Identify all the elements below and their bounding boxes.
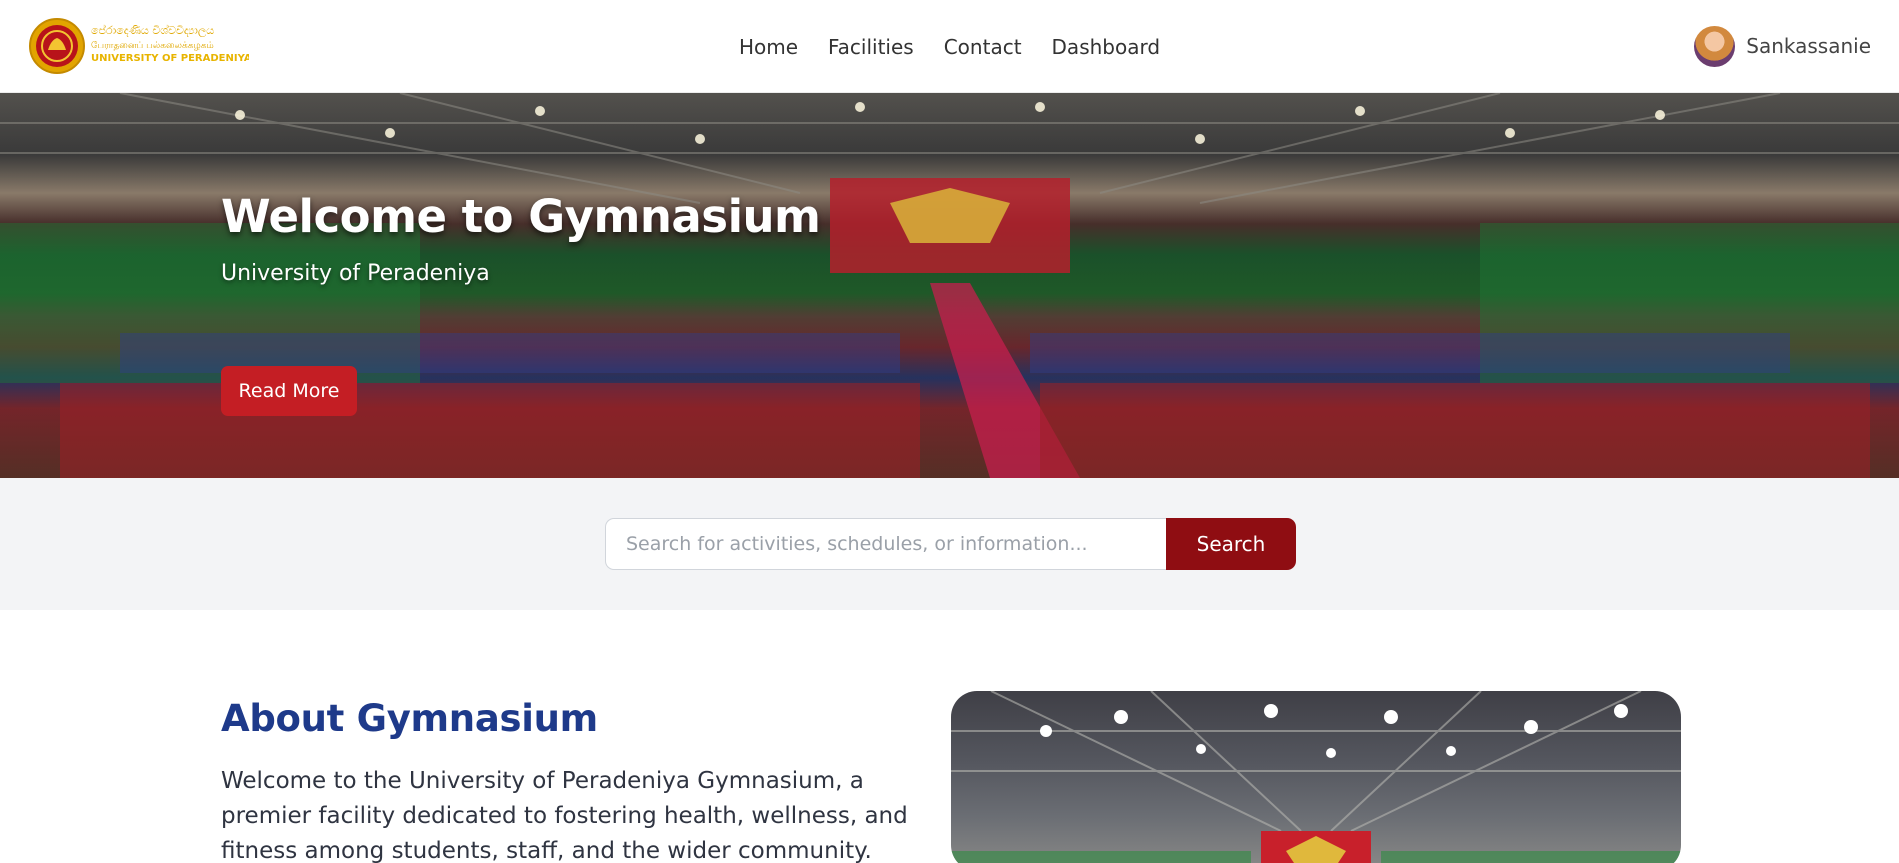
main-nav: Home Facilities Contact Dashboard <box>0 0 1899 93</box>
search-input[interactable] <box>605 518 1166 570</box>
about-gymnasium-image <box>951 691 1681 863</box>
hero-content: Welcome to Gymnasium University of Perad… <box>221 190 821 416</box>
site-header: පේරාදෙණිය විශ්වවිද්‍යාලය பேராதனைப் பல்கல… <box>0 0 1899 93</box>
nav-dashboard[interactable]: Dashboard <box>1052 35 1161 59</box>
hero-title: Welcome to Gymnasium <box>221 190 821 243</box>
nav-facilities[interactable]: Facilities <box>828 35 914 59</box>
search-bar: Search <box>605 518 1296 570</box>
about-text: Welcome to the University of Peradeniya … <box>221 768 908 863</box>
hero-subtitle: University of Peradeniya <box>221 261 490 286</box>
user-avatar[interactable] <box>1694 25 1736 67</box>
hero-banner: Welcome to Gymnasium University of Perad… <box>0 93 1899 478</box>
user-name: Sankassanie <box>1746 34 1871 58</box>
search-button[interactable]: Search <box>1166 518 1296 570</box>
about-title: About Gymnasium <box>221 697 598 740</box>
gymnasium-interior-image <box>951 691 1681 863</box>
read-more-button[interactable]: Read More <box>221 366 357 416</box>
nav-contact[interactable]: Contact <box>944 35 1022 59</box>
search-section: Search <box>0 478 1899 610</box>
user-menu[interactable]: Sankassanie <box>1694 25 1871 67</box>
nav-home[interactable]: Home <box>739 35 798 59</box>
